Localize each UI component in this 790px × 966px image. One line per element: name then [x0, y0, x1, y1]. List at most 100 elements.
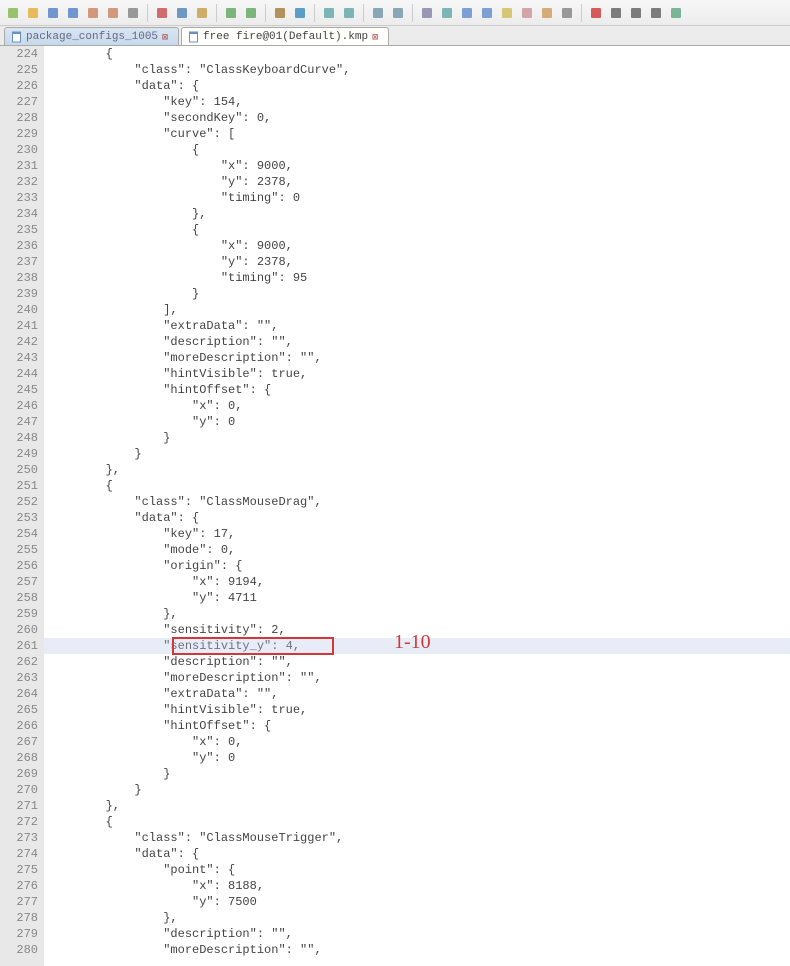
code-line[interactable]: {: [44, 46, 790, 62]
code-line[interactable]: "data": {: [44, 78, 790, 94]
redo-icon[interactable]: [242, 4, 260, 22]
code-line[interactable]: "x": 9194,: [44, 574, 790, 590]
cut-icon[interactable]: [153, 4, 171, 22]
run-icon[interactable]: [667, 4, 685, 22]
save-all-icon[interactable]: [64, 4, 82, 22]
paste-icon[interactable]: [193, 4, 211, 22]
code-line[interactable]: "hintOffset": {: [44, 382, 790, 398]
code-line[interactable]: "timing": 95: [44, 270, 790, 286]
tab-0[interactable]: package_configs_1005 ⊠: [4, 27, 179, 45]
tab-1[interactable]: free fire@01(Default).kmp⊠: [181, 27, 389, 45]
code-line[interactable]: {: [44, 814, 790, 830]
code-line[interactable]: "key": 17,: [44, 526, 790, 542]
code-line[interactable]: "class": "ClassMouseTrigger",: [44, 830, 790, 846]
code-line[interactable]: "hintVisible": true,: [44, 702, 790, 718]
code-line[interactable]: }: [44, 446, 790, 462]
code-line[interactable]: "class": "ClassKeyboardCurve",: [44, 62, 790, 78]
code-line[interactable]: "data": {: [44, 846, 790, 862]
code-line[interactable]: "x": 0,: [44, 398, 790, 414]
code-line[interactable]: "y": 0: [44, 750, 790, 766]
code-line[interactable]: },: [44, 910, 790, 926]
code-line[interactable]: "secondKey": 0,: [44, 110, 790, 126]
zoom-in-icon[interactable]: [320, 4, 338, 22]
code-line[interactable]: "y": 7500: [44, 894, 790, 910]
code-line[interactable]: }: [44, 286, 790, 302]
find-icon[interactable]: [271, 4, 289, 22]
code-line[interactable]: "extraData": "",: [44, 686, 790, 702]
code-line[interactable]: }: [44, 430, 790, 446]
code-line[interactable]: "x": 9000,: [44, 158, 790, 174]
code-area[interactable]: { "class": "ClassKeyboardCurve", "data":…: [44, 46, 790, 966]
code-line[interactable]: "hintVisible": true,: [44, 366, 790, 382]
code-line[interactable]: "data": {: [44, 510, 790, 526]
code-line[interactable]: "moreDescription": "",: [44, 670, 790, 686]
indent-left-icon[interactable]: [418, 4, 436, 22]
code-line[interactable]: "hintOffset": {: [44, 718, 790, 734]
code-line[interactable]: "x": 0,: [44, 734, 790, 750]
code-line[interactable]: },: [44, 798, 790, 814]
code-line[interactable]: "sensitivity_y": 4,: [44, 638, 790, 654]
replace-icon[interactable]: [291, 4, 309, 22]
word-icon[interactable]: [389, 4, 407, 22]
new-icon[interactable]: [4, 4, 22, 22]
line-number: 278: [0, 910, 38, 926]
code-line[interactable]: "mode": 0,: [44, 542, 790, 558]
highlight-icon[interactable]: [498, 4, 516, 22]
stop-icon[interactable]: [607, 4, 625, 22]
code-line[interactable]: },: [44, 462, 790, 478]
wrap-icon[interactable]: [369, 4, 387, 22]
code-line[interactable]: "moreDescription": "",: [44, 350, 790, 366]
code-line[interactable]: "description": "",: [44, 926, 790, 942]
print-icon[interactable]: [124, 4, 142, 22]
code-line[interactable]: "y": 2378,: [44, 174, 790, 190]
line-number: 257: [0, 574, 38, 590]
line-number: 261: [0, 638, 38, 654]
code-line[interactable]: "timing": 0: [44, 190, 790, 206]
code-line[interactable]: },: [44, 606, 790, 622]
folder-icon[interactable]: [538, 4, 556, 22]
open-icon[interactable]: [24, 4, 42, 22]
close-all-icon[interactable]: [104, 4, 122, 22]
paragraph-icon[interactable]: [438, 4, 456, 22]
code-line[interactable]: {: [44, 142, 790, 158]
zoom-out-icon[interactable]: [340, 4, 358, 22]
outdent-icon[interactable]: [458, 4, 476, 22]
indent-icon[interactable]: [478, 4, 496, 22]
fast-icon[interactable]: [647, 4, 665, 22]
line-number-gutter: 2242252262272282292302312322332342352362…: [0, 46, 44, 966]
line-number: 236: [0, 238, 38, 254]
close-icon[interactable]: [84, 4, 102, 22]
code-line[interactable]: "x": 8188,: [44, 878, 790, 894]
code-line[interactable]: "y": 0: [44, 414, 790, 430]
code-line[interactable]: }: [44, 766, 790, 782]
code-line[interactable]: "y": 4711: [44, 590, 790, 606]
tab-label: package_configs_1005: [26, 31, 158, 43]
close-icon[interactable]: ⊠: [372, 32, 382, 42]
code-line[interactable]: "class": "ClassMouseDrag",: [44, 494, 790, 510]
code-line[interactable]: "point": {: [44, 862, 790, 878]
play-icon[interactable]: [627, 4, 645, 22]
code-line[interactable]: "description": "",: [44, 334, 790, 350]
file-icon: [188, 31, 200, 43]
eye-icon[interactable]: [558, 4, 576, 22]
close-icon[interactable]: ⊠: [162, 32, 172, 42]
code-line[interactable]: "origin": {: [44, 558, 790, 574]
code-line[interactable]: "sensitivity": 2,: [44, 622, 790, 638]
edit-icon[interactable]: [518, 4, 536, 22]
code-line[interactable]: "moreDescription": "",: [44, 942, 790, 958]
copy-icon[interactable]: [173, 4, 191, 22]
record-icon[interactable]: [587, 4, 605, 22]
undo-icon[interactable]: [222, 4, 240, 22]
save-icon[interactable]: [44, 4, 62, 22]
code-line[interactable]: {: [44, 222, 790, 238]
code-line[interactable]: "key": 154,: [44, 94, 790, 110]
code-line[interactable]: {: [44, 478, 790, 494]
code-line[interactable]: "y": 2378,: [44, 254, 790, 270]
code-line[interactable]: "curve": [: [44, 126, 790, 142]
code-line[interactable]: "x": 9000,: [44, 238, 790, 254]
code-line[interactable]: "description": "",: [44, 654, 790, 670]
code-line[interactable]: }: [44, 782, 790, 798]
code-line[interactable]: "extraData": "",: [44, 318, 790, 334]
code-line[interactable]: ],: [44, 302, 790, 318]
code-line[interactable]: },: [44, 206, 790, 222]
